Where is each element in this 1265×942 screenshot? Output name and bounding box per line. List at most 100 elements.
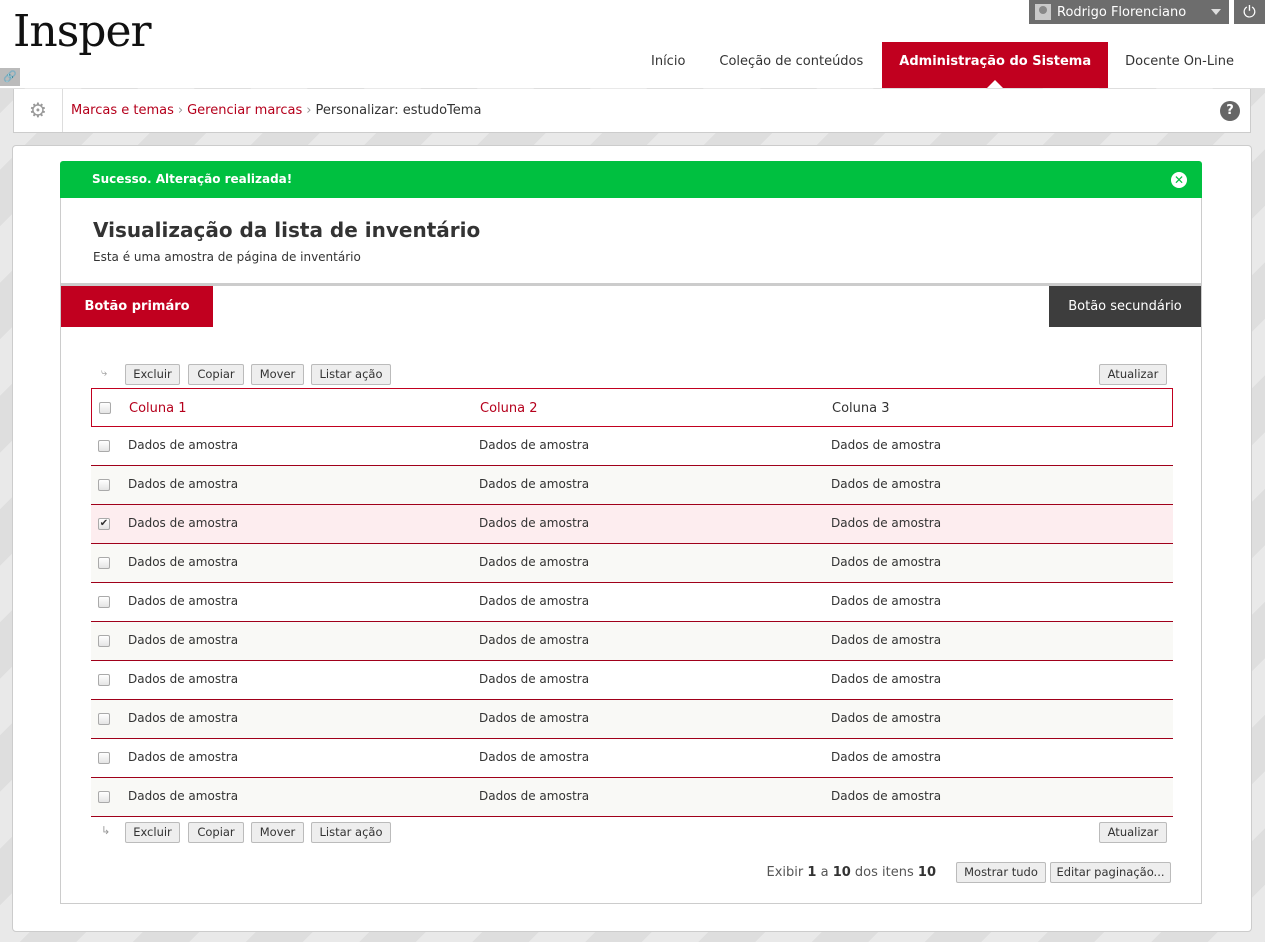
list-action-button[interactable]: Listar ação: [311, 822, 391, 843]
insper-logo[interactable]: Insper: [13, 4, 152, 60]
delete-button[interactable]: Excluir: [125, 364, 180, 385]
gear-icon[interactable]: ⚙: [14, 89, 63, 132]
pagination-joiner: a: [820, 864, 829, 880]
table-cell-1: Dados de amostra: [128, 516, 239, 530]
table-row[interactable]: Dados de amostra Dados de amostra Dados de…: [91, 739, 1173, 778]
user-name: Rodrigo Florenciano: [1057, 4, 1187, 20]
user-icon: [1035, 4, 1051, 20]
table-cell-1: Dados de amostra: [128, 594, 239, 608]
breadcrumb-bar: ⚙ Marcas e temas › Gerenciar marcas › Person…: [13, 89, 1251, 133]
breadcrumb: Marcas e temas › Gerenciar marcas › Personal…: [71, 103, 481, 118]
row-checkbox[interactable]: [98, 479, 110, 491]
table-row[interactable]: ✔ Dados de amostra Dados de amostra Dados d…: [91, 505, 1173, 544]
breadcrumb-separator: ›: [306, 103, 312, 118]
nav-administracao-sistema[interactable]: Administração do Sistema: [882, 42, 1109, 88]
pagination-to: 10: [832, 864, 851, 880]
power-icon[interactable]: ⏻: [1234, 0, 1265, 24]
copy-button[interactable]: Copiar: [188, 364, 244, 385]
pagination-middle: dos itens: [854, 864, 914, 880]
row-checkbox[interactable]: [98, 596, 110, 608]
pagination-total: 10: [917, 864, 936, 880]
secondary-button[interactable]: Botão secundário: [1049, 286, 1201, 327]
table-cell-3: Dados de amostra: [831, 555, 942, 569]
row-checkbox[interactable]: [98, 713, 110, 725]
nav-inicio[interactable]: Início: [634, 42, 702, 88]
table-cell-3: Dados de amostra: [831, 594, 942, 608]
refresh-button[interactable]: Atualizar: [1099, 822, 1167, 843]
edit-pagination-button[interactable]: Editar paginação...: [1050, 861, 1171, 883]
table-cell-2: Dados de amostra: [479, 633, 590, 647]
top-action-bar: ⤷ Excluir Copiar Mover Listar ação Atual…: [91, 364, 1173, 386]
main-panel: Sucesso. Alteração realizada! ✕ Visualiz…: [12, 145, 1252, 932]
show-all-button[interactable]: Mostrar tudo: [956, 861, 1046, 883]
table-row[interactable]: Dados de amostra Dados de amostra Dados de…: [91, 544, 1173, 583]
row-checkbox[interactable]: [98, 440, 110, 452]
breadcrumb-separator: ›: [177, 103, 184, 118]
table-cell-3: Dados de amostra: [831, 750, 942, 764]
pagination: Exibir 1 a 10 dos itens 10 Mostrar tudo …: [767, 861, 1171, 883]
divider: [61, 283, 1202, 286]
row-checkbox[interactable]: [98, 557, 110, 569]
table-cell-2: Dados de amostra: [479, 438, 590, 452]
list-action-button[interactable]: Listar ação: [311, 364, 391, 385]
link-icon[interactable]: 🔗: [0, 68, 20, 86]
table-row[interactable]: Dados de amostra Dados de amostra Dados de…: [91, 700, 1173, 739]
breadcrumb-gerenciar-marcas[interactable]: Gerenciar marcas: [187, 103, 302, 118]
breadcrumb-current: Personalizar: estudoTema: [315, 103, 482, 118]
table-header: Coluna 1 Coluna 2 Coluna 3: [91, 388, 1173, 427]
table-row[interactable]: Dados de amostra Dados de amostra Dados de…: [91, 583, 1173, 622]
table-cell-3: Dados de amostra: [831, 438, 942, 452]
nav-colecao-conteudos[interactable]: Coleção de conteúdos: [702, 42, 880, 88]
column-header-1[interactable]: Coluna 1: [129, 401, 187, 416]
help-icon[interactable]: ?: [1220, 101, 1240, 121]
table-cell-2: Dados de amostra: [479, 477, 590, 491]
primary-button[interactable]: Botão primáro: [61, 286, 213, 327]
move-button[interactable]: Mover: [251, 364, 304, 385]
row-checkbox[interactable]: [98, 752, 110, 764]
table-cell-1: Dados de amostra: [128, 711, 239, 725]
refresh-button[interactable]: Atualizar: [1099, 364, 1167, 385]
page-subtitle: Esta é uma amostra de página de inventár…: [93, 250, 361, 264]
table-cell-2: Dados de amostra: [479, 594, 590, 608]
select-arrow-icon: ↳: [101, 824, 111, 837]
row-checkbox[interactable]: [98, 674, 110, 686]
page-title: Visualização da lista de inventário: [93, 218, 481, 242]
chevron-down-icon: [1211, 9, 1221, 15]
select-all-checkbox[interactable]: [99, 402, 111, 414]
table-cell-3: Dados de amostra: [831, 477, 942, 491]
delete-button[interactable]: Excluir: [125, 822, 180, 843]
table-cell-2: Dados de amostra: [479, 516, 590, 530]
row-checkbox[interactable]: ✔: [98, 518, 110, 530]
breadcrumb-marcas-temas[interactable]: Marcas e temas: [71, 103, 174, 118]
pagination-summary: Exibir 1 a 10 dos itens 10: [767, 865, 936, 880]
table-row[interactable]: Dados de amostra Dados de amostra Dados de…: [91, 661, 1173, 700]
table-row[interactable]: Dados de amostra Dados de amostra Dados de…: [91, 466, 1173, 505]
table-row[interactable]: Dados de amostra Dados de amostra Dados de…: [91, 778, 1173, 817]
user-menu[interactable]: Rodrigo Florenciano: [1029, 0, 1229, 24]
bottom-action-bar: ↳ Excluir Copiar Mover Listar ação Atual…: [91, 822, 1173, 844]
copy-button[interactable]: Copiar: [188, 822, 244, 843]
pagination-prefix: Exibir: [766, 864, 804, 880]
success-message: Sucesso. Alteração realizada!: [92, 172, 293, 186]
top-header: Insper Rodrigo Florenciano ⏻ Início Cole…: [0, 0, 1265, 88]
table-cell-3: Dados de amostra: [831, 789, 942, 803]
table-cell-1: Dados de amostra: [128, 750, 239, 764]
table-row[interactable]: Dados de amostra Dados de amostra Dados de…: [91, 622, 1173, 661]
row-checkbox[interactable]: [98, 791, 110, 803]
column-header-2[interactable]: Coluna 2: [480, 401, 538, 416]
inventory-container: Visualização da lista de inventário Esta…: [60, 198, 1202, 904]
table-cell-2: Dados de amostra: [479, 672, 590, 686]
select-arrow-icon: ⤷: [101, 366, 108, 379]
row-checkbox[interactable]: [98, 635, 110, 647]
table-cell-1: Dados de amostra: [128, 672, 239, 686]
main-nav: Início Coleção de conteúdos Administraçã…: [634, 42, 1251, 88]
table-row[interactable]: Dados de amostra Dados de amostra Dados de…: [91, 427, 1173, 466]
nav-docente-online[interactable]: Docente On-Line: [1108, 42, 1251, 88]
table-cell-1: Dados de amostra: [128, 477, 239, 491]
move-button[interactable]: Mover: [251, 822, 304, 843]
table-cell-1: Dados de amostra: [128, 633, 239, 647]
close-icon[interactable]: ✕: [1171, 172, 1187, 188]
table-cell-2: Dados de amostra: [479, 555, 590, 569]
pagination-from: 1: [807, 864, 817, 880]
table-cell-1: Dados de amostra: [128, 789, 239, 803]
